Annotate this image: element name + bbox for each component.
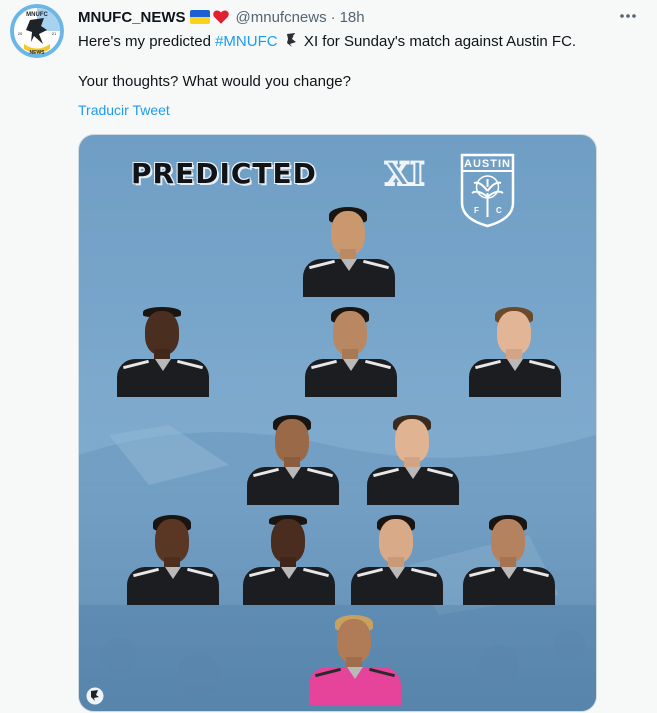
avatar[interactable]: MNUFC NEWS 20 21 bbox=[10, 4, 64, 58]
tweet-text-prefix: Here's my predicted bbox=[78, 33, 216, 50]
author-name[interactable]: MNUFC_NEWS bbox=[78, 9, 186, 26]
graphic-xi: XI bbox=[384, 154, 426, 194]
author-handle[interactable]: @mnufcnews bbox=[236, 9, 327, 26]
more-horizontal-icon bbox=[620, 14, 636, 18]
player-center-back-right bbox=[351, 513, 443, 605]
tweet-text-line-1: Here's my predicted #MNUFC XI for Sunday… bbox=[78, 32, 643, 52]
tweet-header: MNUFC_NEWS @mnufcnews · 18h bbox=[78, 7, 365, 27]
more-options-button[interactable] bbox=[615, 6, 641, 26]
mnufc-news-logo-icon: MNUFC NEWS 20 21 bbox=[10, 4, 64, 58]
svg-text:21: 21 bbox=[52, 31, 57, 36]
player-center-back-left bbox=[243, 513, 335, 605]
player-forward bbox=[303, 205, 395, 297]
tweet-text-suffix: XI for Sunday's match against Austin FC. bbox=[299, 33, 577, 50]
player-left-back bbox=[127, 513, 219, 605]
tweet[interactable]: MNUFC NEWS 20 21 MNUFC_NEWS @mnufcnews ·… bbox=[0, 0, 657, 713]
tweet-text: Here's my predicted #MNUFC XI for Sunday… bbox=[78, 32, 643, 92]
translate-tweet-link[interactable]: Traducir Tweet bbox=[78, 102, 170, 118]
ukraine-flag-icon bbox=[189, 10, 210, 24]
tweet-media-image[interactable]: PREDICTED XI F C AUSTIN bbox=[78, 134, 597, 712]
player-right-winger bbox=[469, 305, 561, 397]
svg-text:F: F bbox=[474, 206, 479, 215]
austin-fc-crest: F C AUSTIN bbox=[458, 153, 517, 228]
graphic-title: PREDICTED bbox=[131, 157, 317, 190]
loon-watermark-icon bbox=[86, 687, 104, 705]
player-defensive-mid-left bbox=[247, 413, 339, 505]
svg-text:20: 20 bbox=[18, 31, 23, 36]
hashtag-link[interactable]: #MNUFC bbox=[215, 33, 278, 50]
svg-text:C: C bbox=[496, 206, 502, 215]
red-heart-icon bbox=[212, 10, 229, 24]
crest-label: AUSTIN bbox=[464, 158, 511, 170]
loon-emoji-icon bbox=[286, 33, 296, 47]
tweet-question: Your thoughts? What would you change? bbox=[78, 73, 351, 90]
player-defensive-mid-right bbox=[367, 413, 459, 505]
player-goalkeeper bbox=[309, 613, 401, 705]
separator: · bbox=[330, 8, 336, 26]
player-left-winger bbox=[117, 305, 209, 397]
svg-text:MNUFC: MNUFC bbox=[26, 12, 48, 18]
player-attacking-mid bbox=[305, 305, 397, 397]
player-right-back bbox=[463, 513, 555, 605]
svg-text:NEWS: NEWS bbox=[30, 50, 46, 56]
timestamp[interactable]: 18h bbox=[340, 9, 365, 26]
